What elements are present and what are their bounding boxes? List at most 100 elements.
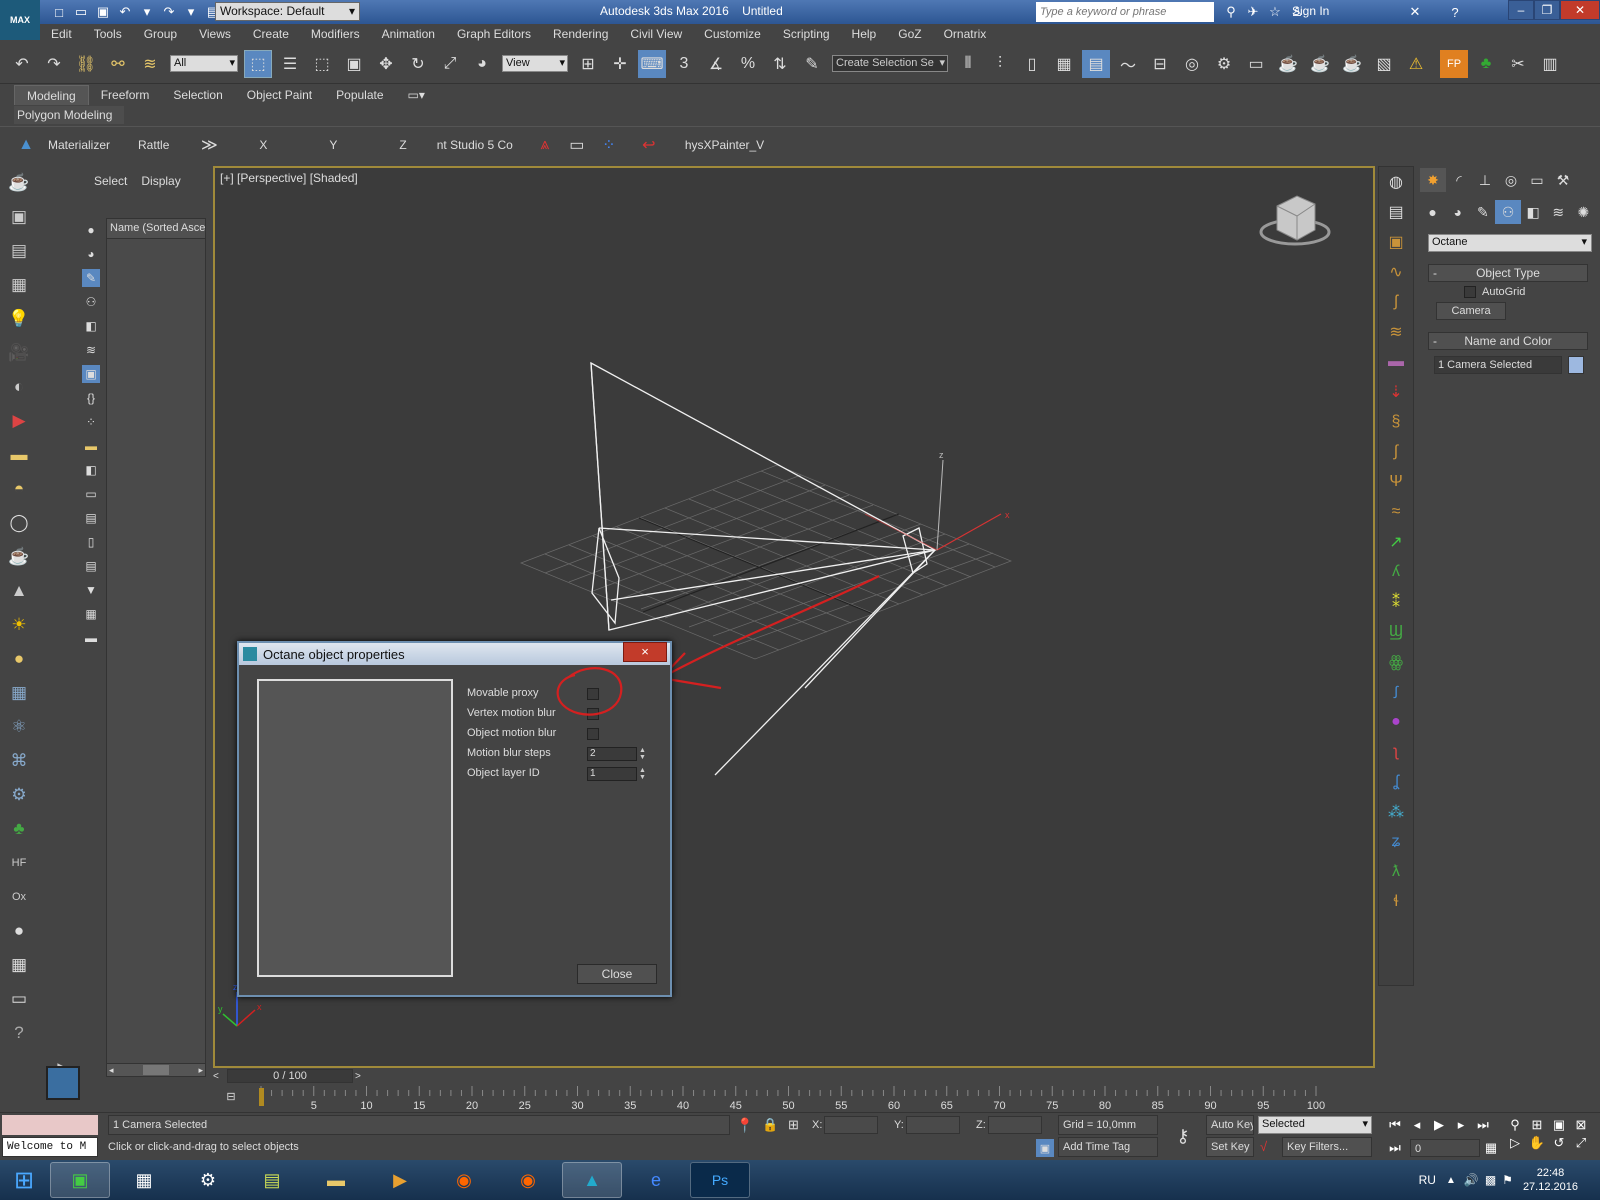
next-frame-button-icon[interactable]: ▸ [1452, 1116, 1470, 1134]
add-time-tag-button[interactable]: Add Time Tag [1058, 1137, 1158, 1157]
hair-blue-icon[interactable]: ꭍ [1383, 679, 1409, 705]
place-icon[interactable]: ◕ [468, 50, 496, 78]
action-center-icon[interactable]: ⚑ [1502, 1173, 1513, 1187]
menu-help[interactable]: Help [852, 27, 877, 41]
sphere-icon[interactable]: ◯ [5, 509, 33, 537]
mirror-icon[interactable]: ⫴ [954, 50, 982, 78]
field-of-view-icon[interactable]: ▷ [1506, 1134, 1524, 1152]
orbit-icon[interactable]: ↺ [1550, 1134, 1568, 1152]
taskbar-3dsmax-icon[interactable]: ▲ [562, 1162, 622, 1198]
render-icon[interactable]: ◐ [5, 373, 33, 401]
volume-icon[interactable]: 🔊 [1464, 1173, 1479, 1187]
filter-icon[interactable]: ▼ [82, 581, 100, 599]
schematic-view-icon[interactable]: ⊟ [1146, 50, 1174, 78]
hair-purple-icon[interactable]: ● [1383, 709, 1409, 735]
hair-tuft-icon[interactable]: Ψ [1383, 469, 1409, 495]
name-and-color-rollout[interactable]: - Name and Color [1428, 332, 1588, 350]
taskbar-calculator-icon[interactable]: ▦ [114, 1162, 174, 1198]
molecule-icon[interactable]: ⚛ [5, 713, 33, 741]
tools-icon[interactable]: ✂ [1504, 50, 1532, 78]
hair-wave-icon[interactable]: ∫ [1383, 439, 1409, 465]
bones-filter-icon[interactable]: ⁘ [82, 413, 100, 431]
hair-hand-icon[interactable]: ɬ [1383, 889, 1409, 915]
light-bulb-icon[interactable]: 💡 [5, 305, 33, 333]
steps-spinner-arrows-icon[interactable]: ▲ ▼ [639, 747, 646, 761]
favorites-star-icon[interactable]: ☆ [1266, 3, 1284, 21]
display-none-icon[interactable]: ▯ [82, 533, 100, 551]
ribbon-options-icon[interactable]: ▭▾ [396, 85, 437, 105]
motion-tab-icon[interactable]: ◎ [1498, 168, 1524, 192]
plane-icon[interactable]: ▬ [5, 441, 33, 469]
mini-curve-editor-icon[interactable]: ⊟ [223, 1088, 239, 1104]
object-category-dropdown[interactable]: Octane ▾ [1428, 234, 1592, 252]
object-type-rollout[interactable]: - Object Type [1428, 264, 1588, 282]
menu-goz[interactable]: GoZ [898, 27, 921, 41]
taskbar-notes-icon[interactable]: ▤ [242, 1162, 302, 1198]
sun-icon[interactable]: ☀ [5, 611, 33, 639]
hair-curl-icon[interactable]: ∿ [1383, 259, 1409, 285]
ox-icon[interactable]: Ox [5, 883, 33, 911]
hierarchy-tab-icon[interactable]: ⊥ [1472, 168, 1498, 192]
render-region-icon[interactable]: ▧ [1370, 50, 1398, 78]
undo-button[interactable]: ↶ [8, 50, 36, 78]
render-production-icon[interactable]: ☕ [1274, 50, 1302, 78]
open-file-icon[interactable]: ▭ [72, 3, 90, 21]
menu-animation[interactable]: Animation [382, 27, 435, 41]
tab-modeling[interactable]: Modeling [14, 85, 89, 105]
language-indicator[interactable]: RU [1419, 1173, 1436, 1187]
motion-blur-steps-spinner[interactable]: 2 [587, 747, 637, 761]
tray-arrow-icon[interactable]: ▲ [1446, 1175, 1456, 1186]
rattle-button[interactable]: Rattle [138, 138, 169, 152]
lights-filter-icon[interactable]: ✎ [82, 269, 100, 287]
menu-graph-editors[interactable]: Graph Editors [457, 27, 531, 41]
close-button[interactable]: Close [577, 964, 657, 984]
ball-icon[interactable]: ● [5, 645, 33, 673]
viewport-layout-button[interactable] [46, 1066, 80, 1100]
hair-cut-icon[interactable]: ⇣ [1383, 379, 1409, 405]
chevron-double-down-icon[interactable]: ≫ [195, 131, 223, 159]
previous-frame-icon[interactable]: ◂ [1408, 1116, 1426, 1134]
taskbar-snip-icon[interactable]: ◉ [434, 1162, 494, 1198]
window-crossing-icon[interactable]: ▣ [340, 50, 368, 78]
image-viewer-icon[interactable]: ▣ [5, 203, 33, 231]
menu-ornatrix[interactable]: Ornatrix [944, 27, 987, 41]
select-by-name-icon[interactable]: ☰ [276, 50, 304, 78]
redo-dropdown-icon[interactable]: ▾ [182, 3, 200, 21]
network-icon[interactable]: ▩ [1485, 1173, 1496, 1187]
move-icon[interactable]: ✥ [372, 50, 400, 78]
menu-modifiers[interactable]: Modifiers [311, 27, 360, 41]
align-icon[interactable]: ⫶ [986, 50, 1014, 78]
gear-icon[interactable]: ⚙ [5, 781, 33, 809]
menu-views[interactable]: Views [199, 27, 231, 41]
pivot-center-icon[interactable]: ⊞ [574, 50, 602, 78]
redo-icon[interactable]: ↷ [160, 3, 178, 21]
bind-space-warp-icon[interactable]: ≋ [136, 50, 164, 78]
time-slider-thumb[interactable]: 0 / 100 [227, 1069, 353, 1083]
spinner-snap-icon[interactable]: ⇅ [766, 50, 794, 78]
shapes-filter-icon[interactable]: ◕ [82, 245, 100, 263]
go-to-end-icon[interactable]: ⏭ [1474, 1116, 1492, 1134]
groups-filter-icon[interactable]: ▣ [82, 365, 100, 383]
maxscript-listener-top[interactable] [2, 1115, 98, 1135]
tab-selection[interactable]: Selection [161, 85, 234, 105]
containers-filter-icon[interactable]: ▭ [82, 485, 100, 503]
auto-key-button[interactable]: Auto Key [1206, 1115, 1254, 1135]
hair-frog-icon[interactable]: ꙮ [1383, 649, 1409, 675]
list-icon[interactable]: ▤ [1383, 199, 1409, 225]
grass-icon[interactable]: ♣ [5, 815, 33, 843]
display-tab-icon[interactable]: ▭ [1524, 168, 1550, 192]
grid-icon[interactable]: ▦ [5, 679, 33, 707]
helpers-filter-icon[interactable]: ◧ [82, 317, 100, 335]
materializer-icon[interactable]: ▲ [12, 131, 40, 159]
link-icon[interactable]: ⛓ [72, 50, 100, 78]
dome-icon[interactable]: ◓ [5, 475, 33, 503]
time-tag-icon[interactable]: ▣ [1036, 1139, 1054, 1157]
search-input[interactable] [1036, 2, 1214, 22]
hair-ground-icon[interactable]: ʎ [1383, 559, 1409, 585]
taskbar-photoshop-icon[interactable]: Ps [690, 1162, 750, 1198]
taskbar-ie-icon[interactable]: e [626, 1162, 686, 1198]
hair-strands-icon[interactable]: ≋ [1383, 319, 1409, 345]
select-object-icon[interactable]: ⬚ [244, 49, 272, 78]
shapes-icon[interactable]: ◕ [1445, 200, 1470, 224]
menu-civil-view[interactable]: Civil View [630, 27, 682, 41]
